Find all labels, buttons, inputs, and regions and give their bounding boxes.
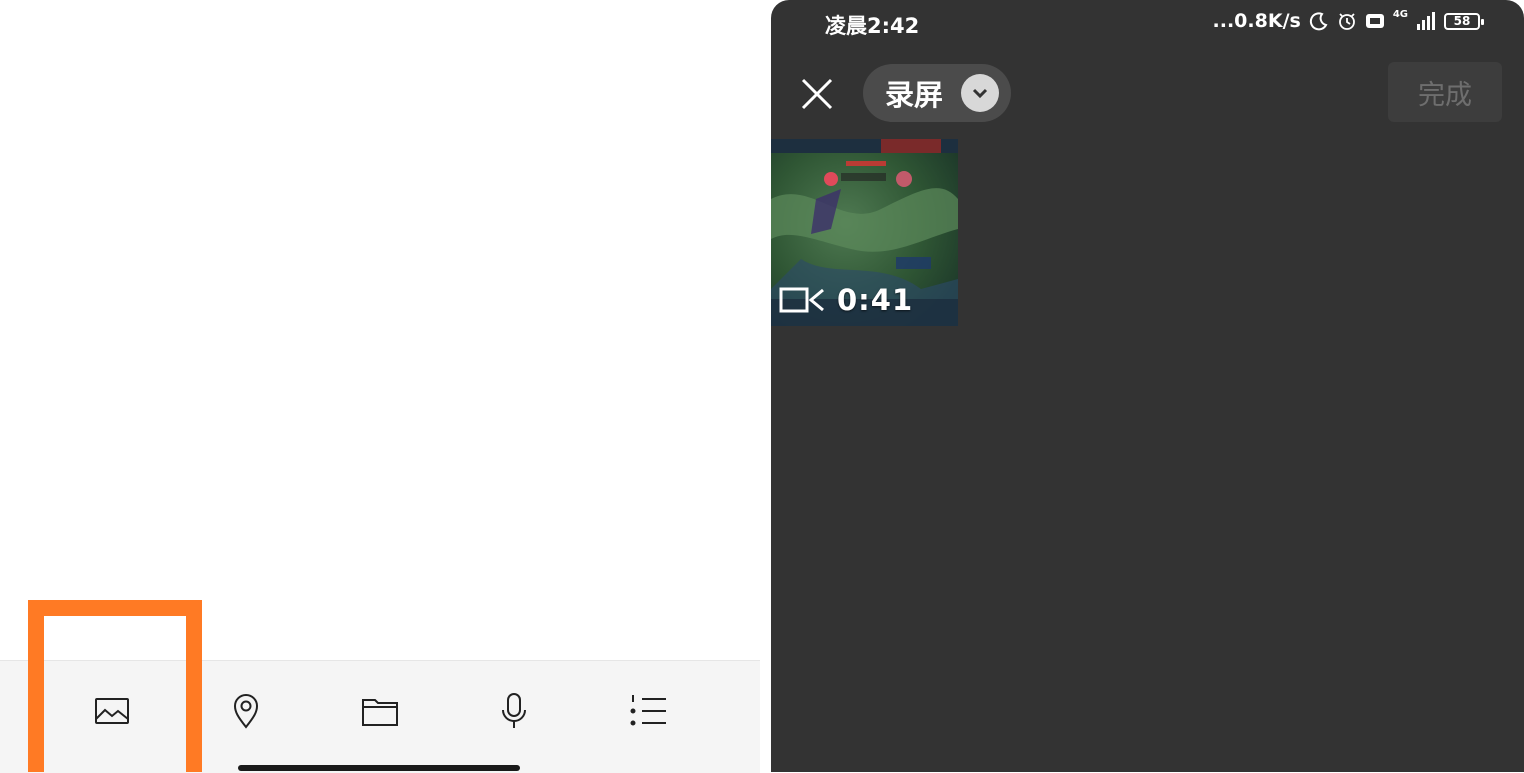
status-time: 凌晨2:42 <box>825 14 920 38</box>
location-button[interactable] <box>224 689 268 733</box>
album-name: 录屏 <box>885 78 944 112</box>
alarm-icon <box>1338 13 1355 30</box>
list-button[interactable] <box>626 689 670 733</box>
video-duration: 0:41 <box>837 283 914 317</box>
compose-area <box>0 0 762 773</box>
numbered-list-icon <box>630 695 666 726</box>
moon-icon <box>1309 12 1328 31</box>
network-speed: ...0.8K/s <box>1212 10 1301 32</box>
hd-icon <box>1365 14 1384 28</box>
file-button[interactable] <box>358 689 402 733</box>
status-indicators: ...0.8K/s 4G 58 <box>1212 8 1484 32</box>
voice-button[interactable] <box>492 689 536 733</box>
done-button[interactable]: 完成 <box>1388 62 1502 122</box>
chevron-down-icon <box>961 74 999 112</box>
close-button[interactable] <box>795 72 839 116</box>
album-selector[interactable]: 录屏 <box>863 64 1011 122</box>
battery-indicator: 58 <box>1444 12 1484 30</box>
album-picker-screen: 凌晨2:42 ...0.8K/s 4G 58 录屏 完成 0:41 <box>771 0 1524 772</box>
close-icon <box>801 78 833 110</box>
microphone-icon <box>502 693 526 728</box>
status-bar: 凌晨2:42 ...0.8K/s 4G 58 <box>771 0 1524 48</box>
location-pin-icon <box>233 694 259 729</box>
highlight-box <box>28 600 202 772</box>
home-indicator <box>238 765 520 771</box>
signal-icon <box>1417 12 1435 30</box>
video-camera-icon <box>779 287 824 313</box>
video-badge: 0:41 <box>779 283 913 317</box>
network-type: 4G <box>1392 8 1408 20</box>
folder-icon <box>362 699 398 726</box>
video-thumbnail[interactable]: 0:41 <box>771 139 958 326</box>
